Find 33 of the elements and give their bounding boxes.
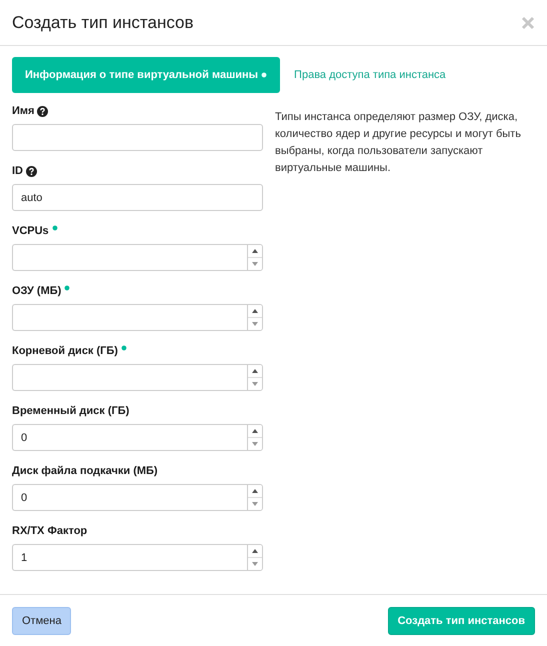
number-field[interactable]: 0 — [12, 484, 247, 511]
triangle-down-icon — [252, 262, 258, 266]
triangle-up-icon — [252, 489, 258, 493]
cancel-button[interactable]: Отмена — [12, 606, 72, 634]
triangle-up-icon — [252, 549, 258, 553]
text-field[interactable] — [12, 124, 263, 151]
field-label: VCPUs — [12, 225, 49, 237]
triangle-down-icon — [252, 502, 258, 506]
field-label: ОЗУ (МБ) — [12, 285, 62, 297]
triangle-up-icon — [252, 429, 258, 433]
field-label: Временный диск (ГБ) — [12, 405, 130, 417]
text-field[interactable]: auto — [12, 184, 263, 211]
field-label: Диск файла подкачки (МБ) — [12, 465, 158, 477]
triangle-down-icon — [252, 322, 258, 326]
dialog-title: Создать тип инстансов — [12, 12, 194, 32]
number-field[interactable]: 0 — [12, 424, 247, 451]
number-field[interactable]: 1 — [12, 544, 247, 571]
triangle-up-icon — [252, 369, 258, 373]
number-field[interactable] — [12, 304, 247, 331]
number-field[interactable] — [12, 364, 247, 391]
number-field[interactable] — [12, 244, 247, 271]
close-icon — [521, 16, 535, 30]
field-label: RX/TX Фактор — [12, 525, 88, 537]
field-label: Корневой диск (ГБ) — [12, 345, 118, 357]
triangle-down-icon — [252, 442, 258, 446]
triangle-up-icon — [252, 309, 258, 313]
triangle-down-icon — [252, 382, 258, 386]
description-text: Типы инстанса определяют размер ОЗУ, диска, количество ядер и другие ресурсы и могут быть выбраны, когда пользователи запускают виртуальные машины. — [275, 110, 522, 176]
field-label: Имя — [12, 105, 34, 117]
field-label: ID — [12, 165, 23, 177]
triangle-down-icon — [252, 562, 258, 566]
triangle-up-icon — [252, 249, 258, 253]
close-button[interactable] — [521, 16, 535, 30]
